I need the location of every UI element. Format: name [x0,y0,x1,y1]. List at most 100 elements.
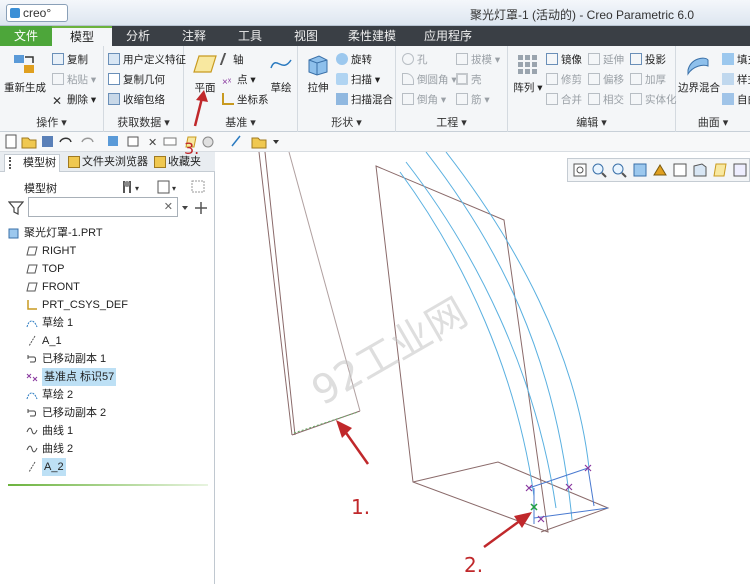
graphics-window[interactable]: 92工业网 1. 2. [216,151,750,584]
regenerate-button[interactable]: 重新生成 [4,52,46,95]
part-icon [8,228,19,239]
tree-item-label: 聚光灯罩-1.PRT [24,227,103,239]
group-shapes: 拉伸 旋转 扫描 ▾ 扫描混合 形状 ▾ [298,46,396,132]
tab-flexible-modeling[interactable]: 柔性建模 [340,26,404,46]
tab-analysis[interactable]: 分析 [116,26,160,46]
annotation-step-2: 2. [464,553,483,577]
fill-button[interactable]: 填充 [722,52,750,67]
group-engineering: 孔 倒圆角 ▾ 倒角 ▾ 拔模 ▾ 壳 筋 ▾ 工程 ▾ [396,46,508,132]
tab-annotate[interactable]: 注释 [172,26,216,46]
chamfer-icon [402,93,414,105]
copy-geometry-button[interactable]: 复制几何 [108,72,165,87]
thicken-button[interactable]: 加厚 [630,72,666,87]
engineering-label[interactable]: 工程 ▾ [396,114,507,130]
tab-applications[interactable]: 应用程序 [416,26,480,46]
arrow-head-3 [196,90,208,102]
ribbon: 重新生成 复制 粘贴 ▾ ✕ 删除 ▾ 操作 ▾ 用户定义特征 复制几何 收缩包络… [0,46,750,132]
project-icon [630,53,642,65]
tree-tool-icons[interactable]: ▾ ▾ [120,178,210,196]
hole-button[interactable]: 孔 [402,52,428,67]
point-button[interactable]: ×ˣ 点 ▾ [222,72,256,89]
shapes-label[interactable]: 形状 ▾ [298,114,395,130]
csys-button[interactable]: 坐标系 [222,92,269,107]
model-tree-title: 模型树 [24,183,57,195]
mirror-button[interactable]: 镜像 [546,52,582,67]
shell-button[interactable]: 壳 [456,72,482,87]
editing-label[interactable]: 编辑 ▾ [508,114,675,130]
group-editing: 阵列 ▾ 镜像 修剪 合并 延伸 偏移 相交 投影 加厚 实体化 编辑 ▾ [508,46,677,132]
swept-blend-button[interactable]: 扫描混合 [336,92,393,107]
model-graphics[interactable]: 92工业网 1. 2. [216,151,750,584]
style-button[interactable]: 样式 [722,72,750,87]
sketch-small-icon [231,135,241,147]
revolve-icon [336,53,348,65]
copy-button[interactable]: 复制 [52,52,88,67]
tree-item-label: TOP [42,263,65,275]
show-icon [157,180,170,194]
extend-button[interactable]: 延伸 [588,52,624,67]
tab-tools[interactable]: 工具 [228,26,272,46]
tab-model[interactable]: 模型 [52,26,112,46]
offset-button[interactable]: 偏移 [588,72,624,87]
clear-search-icon[interactable]: ✕ [164,200,173,213]
merge-button[interactable]: 合并 [546,92,582,107]
operations-label[interactable]: 操作 ▾ [0,114,103,130]
revolve-button[interactable]: 旋转 [336,52,372,67]
tree-item-label: 已移动副本 1 [42,353,107,365]
round-button[interactable]: 倒圆角 ▾ [402,72,457,87]
regen-small-icon [108,136,118,146]
tab-view[interactable]: 视图 [284,26,328,46]
quick-access-toolbar: ✕ [0,132,750,152]
extrude-button[interactable]: 拉伸 [302,52,334,95]
solidify-button[interactable]: 实体化 [630,92,677,107]
search-field[interactable]: ✕ [28,197,178,217]
plane-icon [26,246,38,256]
group-surfaces: 边界混合 填充 样式 自由 曲面 ▾ [676,46,750,132]
pattern-icon [518,55,537,74]
insert-indicator [8,484,208,486]
view-manager-icon [693,163,707,177]
folder-icon [251,137,267,149]
chamfer-button[interactable]: 倒角 ▾ [402,92,446,107]
tree-item-label: 基准点 标识57 [42,368,117,386]
udf-button[interactable]: 用户定义特征 [108,52,186,67]
project-button[interactable]: 投影 [630,52,666,67]
tree-item-label: 曲线 1 [42,425,74,437]
ribbon-tabs: 文件 模型 分析 注释 工具 视图 柔性建模 应用程序 [0,26,750,46]
model-tree-icon [9,157,19,169]
tab-folder-browser[interactable]: 文件夹浏览器 [64,154,148,172]
freestyle-button[interactable]: 自由 [722,92,750,107]
windows-icon [127,136,139,147]
filter-icon[interactable] [8,200,24,216]
point-icon [26,373,38,382]
tab-model-tree[interactable]: 模型树 [4,154,60,172]
sweep-button[interactable]: 扫描 ▾ [336,72,380,87]
shrinkwrap-button[interactable]: 收缩包络 [108,92,165,107]
paste-button[interactable]: 粘贴 ▾ [52,72,96,87]
intersect-button[interactable]: 相交 [588,92,624,107]
delete-button[interactable]: ✕ 删除 ▾ [52,92,96,107]
tab-file[interactable]: 文件 [0,26,52,46]
curve-icon [26,445,38,453]
axis-icon [28,461,36,473]
settings-dropdown-icon: ▾ [135,184,139,193]
tree-item-label: A_1 [42,335,62,347]
rib-button[interactable]: 筋 ▾ [456,92,490,107]
extend-icon [588,53,600,65]
axis-button[interactable]: 轴 [219,52,244,67]
trim-button[interactable]: 修剪 [546,72,582,87]
sketch-button[interactable]: 草绘 [268,52,294,95]
pattern-button[interactable]: 阵列 ▾ [512,52,544,95]
datum-display-filters-icon [713,163,727,177]
search-input[interactable] [31,199,161,215]
draft-button[interactable]: 拔模 ▾ [456,52,500,67]
boundary-blend-button[interactable]: 边界混合 [678,52,720,95]
close-window-icon: ✕ [148,136,157,149]
annotation-step-3-group: 3. [184,90,208,158]
surfaces-label[interactable]: 曲面 ▾ [676,114,750,130]
axis-icon [28,335,36,347]
tree-item-label: 草绘 2 [42,389,74,401]
view-toolbar-icons[interactable] [568,159,750,183]
tree-item-label: FRONT [42,281,80,293]
get-data-label[interactable]: 获取数据 ▾ [104,114,183,130]
